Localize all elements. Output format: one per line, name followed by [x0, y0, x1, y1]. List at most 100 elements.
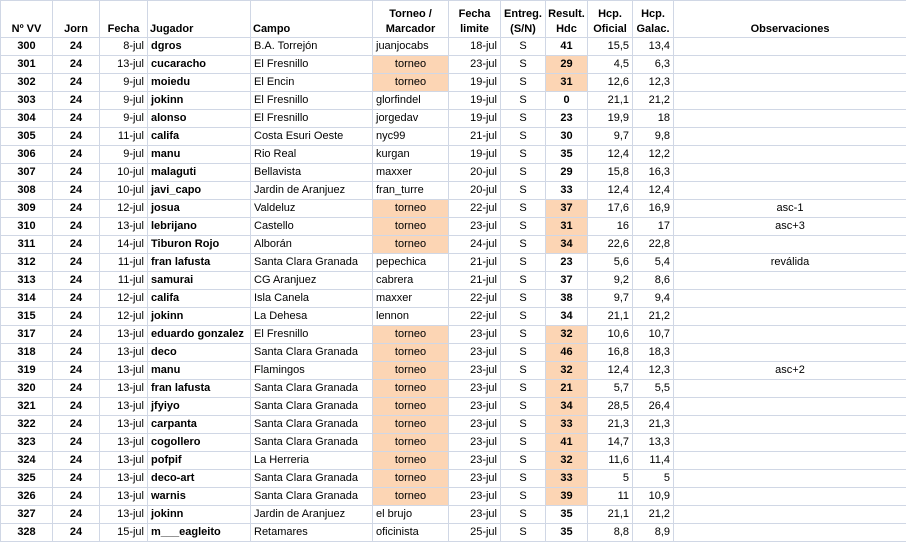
- cell-jugador[interactable]: cucaracho: [148, 56, 251, 74]
- cell-jorn[interactable]: 24: [53, 290, 100, 308]
- cell-jugador[interactable]: califa: [148, 128, 251, 146]
- cell-torneo[interactable]: torneo: [373, 488, 449, 506]
- cell-entreg[interactable]: S: [501, 506, 546, 524]
- cell-jugador[interactable]: alonso: [148, 110, 251, 128]
- cell-result[interactable]: 21: [546, 380, 588, 398]
- cell-observaciones[interactable]: [674, 326, 906, 344]
- cell-result[interactable]: 32: [546, 326, 588, 344]
- cell-fecha-limite[interactable]: 19-jul: [449, 92, 501, 110]
- cell-campo[interactable]: El Encin: [251, 74, 373, 92]
- cell-entreg[interactable]: S: [501, 146, 546, 164]
- cell-result[interactable]: 33: [546, 416, 588, 434]
- cell-fecha-limite[interactable]: 21-jul: [449, 272, 501, 290]
- cell-fecha-limite[interactable]: 23-jul: [449, 434, 501, 452]
- cell-result[interactable]: 33: [546, 182, 588, 200]
- header-jugador[interactable]: Jugador: [148, 1, 251, 38]
- cell-observaciones[interactable]: [674, 470, 906, 488]
- cell-result[interactable]: 23: [546, 254, 588, 272]
- cell-jorn[interactable]: 24: [53, 344, 100, 362]
- cell-fecha[interactable]: 13-jul: [100, 416, 148, 434]
- cell-jugador[interactable]: Tiburon Rojo: [148, 236, 251, 254]
- cell-entreg[interactable]: S: [501, 290, 546, 308]
- cell-nvv[interactable]: 304: [1, 110, 53, 128]
- cell-hcp-oficial[interactable]: 21,1: [588, 308, 633, 326]
- cell-jugador[interactable]: jfyiyo: [148, 398, 251, 416]
- header-entreg[interactable]: Entreg.(S/N): [501, 1, 546, 38]
- cell-nvv[interactable]: 323: [1, 434, 53, 452]
- cell-nvv[interactable]: 300: [1, 38, 53, 56]
- cell-fecha[interactable]: 12-jul: [100, 200, 148, 218]
- cell-jugador[interactable]: eduardo gonzalez: [148, 326, 251, 344]
- cell-torneo[interactable]: el brujo: [373, 506, 449, 524]
- cell-entreg[interactable]: S: [501, 308, 546, 326]
- header-fecha-limite[interactable]: Fechalimite: [449, 1, 501, 38]
- cell-hcp-oficial[interactable]: 5,7: [588, 380, 633, 398]
- cell-hcp-oficial[interactable]: 15,8: [588, 164, 633, 182]
- cell-hcp-galac[interactable]: 11,4: [633, 452, 674, 470]
- cell-fecha[interactable]: 9-jul: [100, 92, 148, 110]
- header-hcp-oficial[interactable]: Hcp.Oficial: [588, 1, 633, 38]
- cell-observaciones[interactable]: [674, 380, 906, 398]
- cell-torneo[interactable]: cabrera: [373, 272, 449, 290]
- cell-torneo[interactable]: pepechica: [373, 254, 449, 272]
- cell-torneo[interactable]: torneo: [373, 218, 449, 236]
- cell-fecha[interactable]: 13-jul: [100, 398, 148, 416]
- cell-observaciones[interactable]: [674, 56, 906, 74]
- cell-observaciones[interactable]: [674, 272, 906, 290]
- cell-nvv[interactable]: 306: [1, 146, 53, 164]
- cell-fecha-limite[interactable]: 23-jul: [449, 416, 501, 434]
- cell-jorn[interactable]: 24: [53, 398, 100, 416]
- header-fecha[interactable]: Fecha: [100, 1, 148, 38]
- cell-result[interactable]: 41: [546, 434, 588, 452]
- cell-torneo[interactable]: torneo: [373, 56, 449, 74]
- cell-entreg[interactable]: S: [501, 362, 546, 380]
- cell-fecha-limite[interactable]: 23-jul: [449, 506, 501, 524]
- cell-jugador[interactable]: jokinn: [148, 506, 251, 524]
- cell-result[interactable]: 34: [546, 398, 588, 416]
- cell-hcp-galac[interactable]: 13,4: [633, 38, 674, 56]
- cell-entreg[interactable]: S: [501, 470, 546, 488]
- header-torneo[interactable]: Torneo /Marcador: [373, 1, 449, 38]
- cell-fecha[interactable]: 11-jul: [100, 272, 148, 290]
- cell-jugador[interactable]: manu: [148, 362, 251, 380]
- cell-campo[interactable]: Santa Clara Granada: [251, 488, 373, 506]
- cell-torneo[interactable]: torneo: [373, 470, 449, 488]
- cell-fecha-limite[interactable]: 23-jul: [449, 56, 501, 74]
- cell-nvv[interactable]: 305: [1, 128, 53, 146]
- cell-torneo[interactable]: maxxer: [373, 290, 449, 308]
- cell-jorn[interactable]: 24: [53, 92, 100, 110]
- cell-hcp-galac[interactable]: 21,2: [633, 308, 674, 326]
- cell-hcp-oficial[interactable]: 16: [588, 218, 633, 236]
- cell-jorn[interactable]: 24: [53, 308, 100, 326]
- cell-campo[interactable]: La Herreria: [251, 452, 373, 470]
- cell-result[interactable]: 37: [546, 272, 588, 290]
- cell-campo[interactable]: Rio Real: [251, 146, 373, 164]
- cell-jugador[interactable]: warnis: [148, 488, 251, 506]
- cell-fecha[interactable]: 14-jul: [100, 236, 148, 254]
- cell-result[interactable]: 23: [546, 110, 588, 128]
- cell-jorn[interactable]: 24: [53, 38, 100, 56]
- cell-campo[interactable]: El Fresnillo: [251, 56, 373, 74]
- cell-fecha-limite[interactable]: 23-jul: [449, 326, 501, 344]
- cell-hcp-galac[interactable]: 12,4: [633, 182, 674, 200]
- cell-entreg[interactable]: S: [501, 182, 546, 200]
- cell-torneo[interactable]: torneo: [373, 416, 449, 434]
- cell-observaciones[interactable]: [674, 110, 906, 128]
- cell-fecha-limite[interactable]: 19-jul: [449, 110, 501, 128]
- cell-fecha[interactable]: 13-jul: [100, 380, 148, 398]
- header-result[interactable]: Result.Hdc: [546, 1, 588, 38]
- cell-jugador[interactable]: samurai: [148, 272, 251, 290]
- cell-hcp-galac[interactable]: 9,8: [633, 128, 674, 146]
- cell-torneo[interactable]: maxxer: [373, 164, 449, 182]
- cell-fecha-limite[interactable]: 20-jul: [449, 182, 501, 200]
- cell-campo[interactable]: Valdeluz: [251, 200, 373, 218]
- cell-result[interactable]: 30: [546, 128, 588, 146]
- cell-entreg[interactable]: S: [501, 272, 546, 290]
- cell-result[interactable]: 41: [546, 38, 588, 56]
- cell-result[interactable]: 0: [546, 92, 588, 110]
- cell-fecha[interactable]: 13-jul: [100, 344, 148, 362]
- cell-entreg[interactable]: S: [501, 164, 546, 182]
- cell-fecha[interactable]: 13-jul: [100, 452, 148, 470]
- cell-hcp-oficial[interactable]: 12,4: [588, 146, 633, 164]
- cell-campo[interactable]: La Dehesa: [251, 308, 373, 326]
